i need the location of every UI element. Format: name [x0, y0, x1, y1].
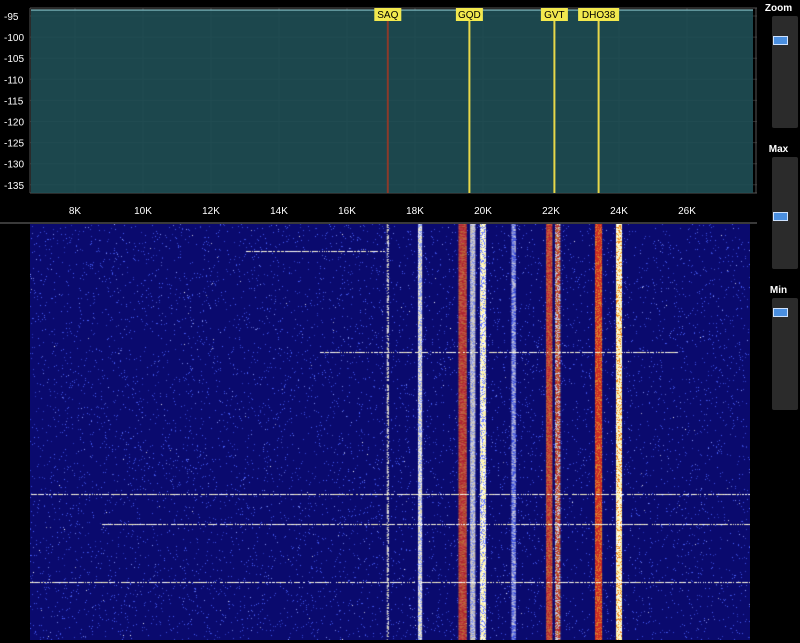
x-tick-label: 10K: [134, 206, 152, 217]
x-tick-label: 14K: [270, 206, 288, 217]
y-tick-label: -110: [4, 75, 24, 86]
max-label: Max: [768, 144, 789, 155]
x-axis-labels: 8K 10K 12K 14K 16K 18K 20K 22K 24K 26K: [69, 206, 696, 217]
zoom-slider-thumb[interactable]: [773, 36, 788, 45]
spectrum-plot[interactable]: -95 -100 -105 -110 -115 -120 -125 -130 -135 8K 10…: [0, 0, 757, 222]
min-slider[interactable]: [772, 298, 798, 410]
y-tick-label: -135: [4, 181, 24, 192]
marker-label-dho38[interactable]: DHO38: [582, 10, 616, 21]
x-tick-label: 8K: [69, 206, 82, 217]
side-controls: Zoom Max Min: [757, 0, 800, 643]
y-tick-label: -105: [4, 54, 24, 65]
y-tick-label: -120: [4, 118, 24, 129]
x-tick-label: 20K: [474, 206, 492, 217]
zoom-slider[interactable]: [772, 16, 798, 128]
x-tick-label: 12K: [202, 206, 220, 217]
x-tick-label: 26K: [678, 206, 696, 217]
x-tick-label: 22K: [542, 206, 560, 217]
y-axis-labels: -95 -100 -105 -110 -115 -120 -125 -130 -135: [4, 12, 24, 192]
spectrum-trace-fill: [31, 10, 753, 193]
min-label: Min: [769, 285, 788, 296]
min-slider-thumb[interactable]: [773, 308, 788, 317]
y-tick-label: -95: [4, 12, 19, 23]
x-tick-label: 18K: [406, 206, 424, 217]
y-tick-label: -100: [4, 33, 24, 44]
max-slider[interactable]: [772, 157, 798, 269]
y-tick-label: -125: [4, 139, 24, 150]
zoom-label: Zoom: [764, 3, 793, 14]
x-tick-label: 16K: [338, 206, 356, 217]
x-tick-label: 24K: [610, 206, 628, 217]
y-tick-label: -130: [4, 160, 24, 171]
y-tick-label: -115: [4, 96, 24, 107]
max-slider-thumb[interactable]: [773, 212, 788, 221]
waterfall-display[interactable]: [30, 224, 750, 640]
marker-label-gqd[interactable]: GQD: [458, 10, 481, 21]
marker-label-saq[interactable]: SAQ: [377, 10, 398, 21]
marker-label-gvt[interactable]: GVT: [544, 10, 565, 21]
